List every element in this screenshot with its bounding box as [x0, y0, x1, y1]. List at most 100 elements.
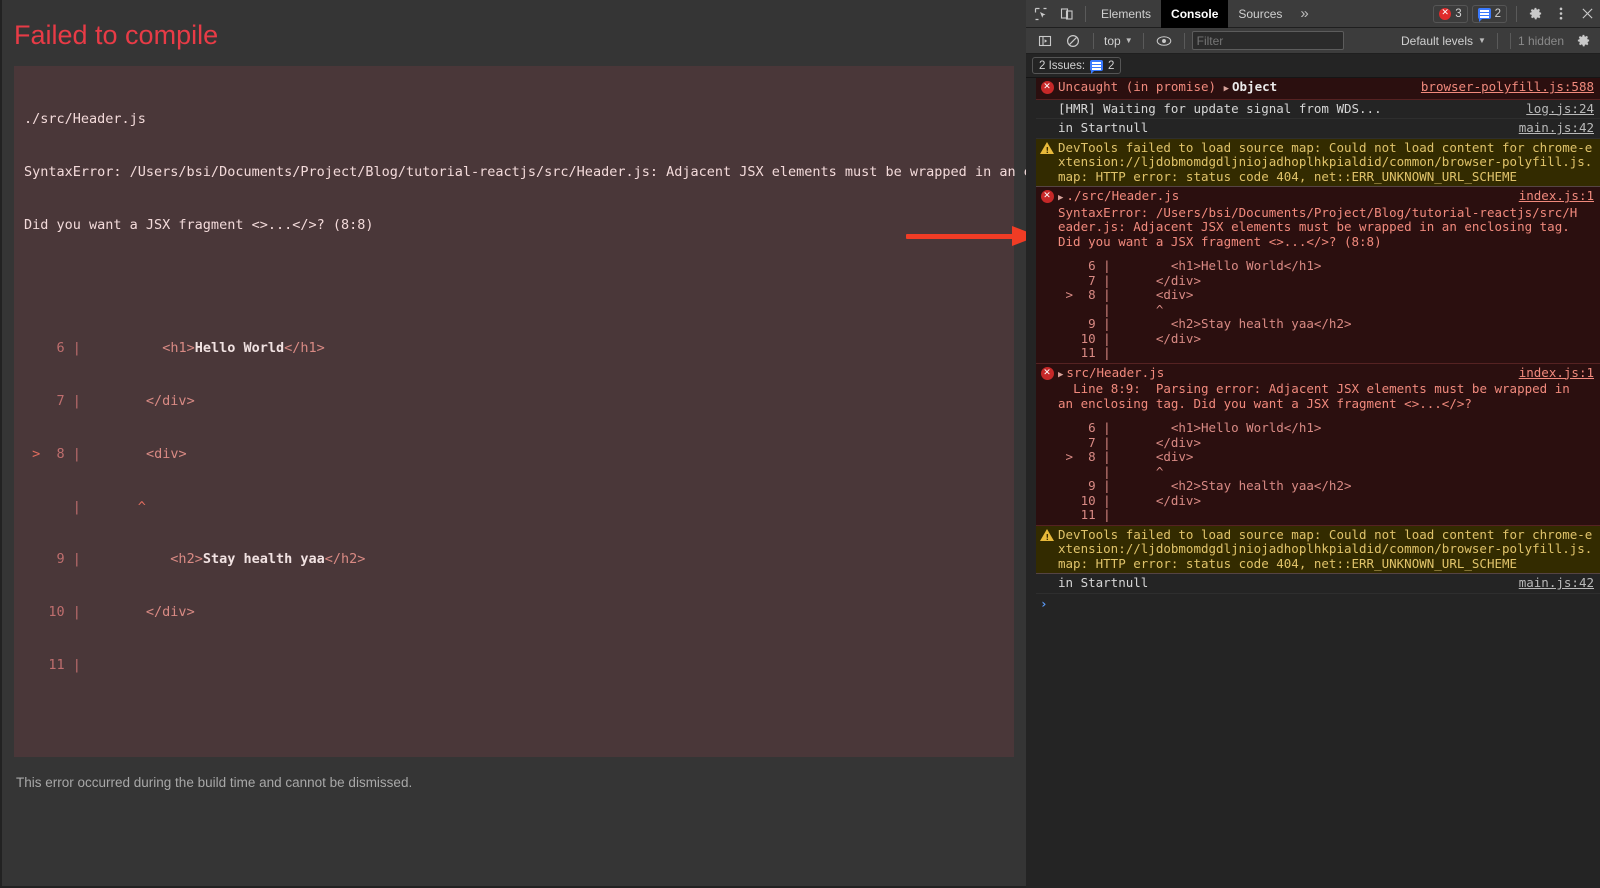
- row-code-frame: 6 | <h1>Hello World</h1> 7 | </div> > 8 …: [1065, 420, 1352, 522]
- row-title: ▶ src/Header.js: [1058, 364, 1511, 383]
- filterbar-divider: [1093, 32, 1094, 49]
- row-text: DevTools failed to load source map: Coul…: [1058, 526, 1593, 571]
- row-gutter: [1036, 576, 1058, 591]
- devtools-tabbar: Elements Console Sources » ✕ 3 2: [1026, 0, 1600, 28]
- row-gutter: ✕: [1036, 80, 1058, 97]
- console-message-list[interactable]: ✕ Uncaught (in promise) ▶ Object browser-…: [1026, 78, 1600, 888]
- device-toolbar-icon[interactable]: [1054, 2, 1080, 26]
- filterbar-divider-5: [1509, 32, 1511, 49]
- tab-console[interactable]: Console: [1161, 0, 1229, 28]
- row-detail: Line 8:9: Parsing error: Adjacent JSX el…: [1058, 381, 1578, 411]
- console-row-startnull-2[interactable]: in Startnull main.js:42: [1036, 574, 1600, 594]
- error-message-line-2: Did you want a JSX fragment <>...</>? (8…: [24, 216, 374, 233]
- row-body: DevTools failed to load source map: Coul…: [1058, 139, 1594, 185]
- message-count-value: 2: [1494, 7, 1501, 20]
- source-link[interactable]: main.js:42: [1519, 120, 1594, 136]
- source-link[interactable]: index.js:1: [1519, 188, 1594, 204]
- log-level-selector[interactable]: Default levels ▼: [1397, 34, 1490, 48]
- code-line: 7 | </div>: [24, 393, 195, 410]
- console-row-header-parsingerror[interactable]: ✕ ▶ src/Header.js index.js:1 Line 8:9: Pa…: [1036, 363, 1600, 526]
- row-body: [HMR] Waiting for update signal from WDS…: [1058, 100, 1594, 117]
- console-row-uncaught[interactable]: ✕ Uncaught (in promise) ▶ Object browser-…: [1036, 78, 1600, 100]
- tab-sources[interactable]: Sources: [1228, 0, 1292, 28]
- error-file-path: ./src/Header.js: [24, 111, 146, 128]
- chevron-down-icon-2: ▼: [1478, 36, 1486, 45]
- inspect-element-icon[interactable]: [1028, 2, 1054, 26]
- row-gutter: [1036, 121, 1058, 136]
- console-row-startnull[interactable]: in Startnull main.js:42: [1036, 119, 1600, 139]
- message-count-badge[interactable]: 2: [1471, 4, 1507, 23]
- log-level-label: Default levels: [1400, 33, 1474, 48]
- red-right-arrow-icon: [906, 226, 1026, 246]
- object-label[interactable]: Object: [1232, 79, 1277, 94]
- issues-chip[interactable]: 2 Issues: 2: [1032, 57, 1122, 74]
- row-code-frame: 6 | <h1>Hello World</h1> 7 | </div> > 8 …: [1065, 258, 1352, 360]
- row-text: DevTools failed to load source map: Coul…: [1058, 139, 1593, 184]
- tab-elements[interactable]: Elements: [1091, 0, 1161, 28]
- warning-triangle-icon: [1040, 141, 1054, 158]
- more-options-icon[interactable]: [1548, 2, 1574, 26]
- console-filter-toolbar: top ▼ Default levels ▼ 1 hidden: [1026, 28, 1600, 54]
- expand-triangle-icon[interactable]: ▶: [1058, 193, 1063, 203]
- error-message-line-1: SyntaxError: /Users/bsi/Documents/Projec…: [24, 163, 1026, 180]
- issues-bar[interactable]: 2 Issues: 2: [1026, 54, 1600, 78]
- code-line: 10 | </div>: [24, 604, 195, 621]
- overlay-footer-note: This error occurred during the build tim…: [16, 774, 413, 790]
- message-bubble-icon: [1477, 8, 1491, 22]
- overlay-content: Failed to compile ./src/Header.js Syntax…: [2, 0, 1026, 790]
- row-text: [HMR] Waiting for update signal from WDS…: [1058, 100, 1382, 116]
- row-text: in Startnull: [1058, 120, 1149, 135]
- error-circle-icon: ✕: [1040, 366, 1054, 380]
- filterbar-divider-2: [1142, 32, 1144, 49]
- row-title: ▶ ./src/Header.js: [1058, 188, 1511, 206]
- row-gutter: [1036, 102, 1058, 117]
- expand-triangle-icon[interactable]: ▶: [1224, 84, 1229, 94]
- live-expression-icon[interactable]: [1151, 29, 1177, 53]
- row-gutter: [1036, 141, 1058, 185]
- close-icon[interactable]: [1574, 2, 1600, 26]
- row-gutter: ✕: [1036, 189, 1058, 361]
- code-line: > 8 | <div>: [24, 445, 187, 462]
- row-body: ▶ src/Header.js index.js:1 Line 8:9: Pars…: [1058, 364, 1594, 523]
- execution-context-selector[interactable]: top ▼: [1101, 34, 1136, 48]
- hidden-messages-label: 1 hidden: [1517, 33, 1564, 48]
- row-body: ▶ ./src/Header.js index.js:1 SyntaxError:…: [1058, 188, 1594, 361]
- row-body: in Startnull main.js:42: [1058, 120, 1594, 136]
- source-link[interactable]: log.js:24: [1526, 101, 1594, 117]
- issues-count: 2: [1108, 59, 1115, 72]
- row-text: in Startnull: [1058, 575, 1149, 590]
- warning-triangle-icon: [1040, 528, 1054, 545]
- row-gutter: [1036, 528, 1058, 572]
- console-settings-gear-icon[interactable]: [1570, 29, 1596, 53]
- code-line: | ^: [24, 498, 146, 515]
- prompt-chevron-icon: ›: [1040, 595, 1048, 611]
- gear-icon[interactable]: [1522, 2, 1548, 26]
- console-row-sourcemap-warning-2[interactable]: DevTools failed to load source map: Coul…: [1036, 525, 1600, 574]
- row-detail: SyntaxError: /Users/bsi/Documents/Projec…: [1058, 204, 1578, 249]
- toolbar-divider-2: [1516, 5, 1517, 22]
- expand-triangle-icon[interactable]: ▶: [1058, 370, 1063, 380]
- console-filter-input[interactable]: [1191, 31, 1344, 50]
- error-code-frame: 6 | <h1>Hello World</h1> 7 | </div> > 8 …: [24, 305, 1004, 710]
- console-row-hmr[interactable]: [HMR] Waiting for update signal from WDS…: [1036, 99, 1600, 119]
- more-tabs-icon[interactable]: »: [1292, 5, 1316, 22]
- console-row-header-syntaxerror[interactable]: ✕ ▶ ./src/Header.js index.js:1 SyntaxErro…: [1036, 187, 1600, 364]
- console-prompt[interactable]: ›: [1036, 593, 1600, 614]
- row-file-label: src/Header.js: [1066, 364, 1165, 380]
- error-block: ./src/Header.js SyntaxError: /Users/bsi/…: [14, 66, 1026, 757]
- code-line: 6 | <h1>Hello World</h1>: [40, 340, 325, 357]
- row-file-label: ./src/Header.js: [1066, 188, 1180, 203]
- console-sidebar-icon[interactable]: [1032, 29, 1058, 53]
- chevron-down-icon: ▼: [1124, 36, 1133, 45]
- row-text: Uncaught (in promise) ▶ Object: [1058, 79, 1413, 97]
- issues-bubble-icon: [1090, 60, 1104, 74]
- devtools-panel: Elements Console Sources » ✕ 3 2 top ▼ F…: [1026, 0, 1600, 888]
- row-body: DevTools failed to load source map: Coul…: [1058, 526, 1594, 572]
- console-row-sourcemap-warning-1[interactable]: DevTools failed to load source map: Coul…: [1036, 138, 1600, 187]
- error-count-badge[interactable]: ✕ 3: [1433, 4, 1468, 23]
- source-link[interactable]: browser-polyfill.js:588: [1421, 79, 1594, 95]
- clear-console-icon[interactable]: [1060, 29, 1086, 53]
- toolbar-divider: [1085, 5, 1086, 22]
- source-link[interactable]: index.js:1: [1519, 365, 1594, 381]
- source-link[interactable]: main.js:42: [1519, 575, 1594, 591]
